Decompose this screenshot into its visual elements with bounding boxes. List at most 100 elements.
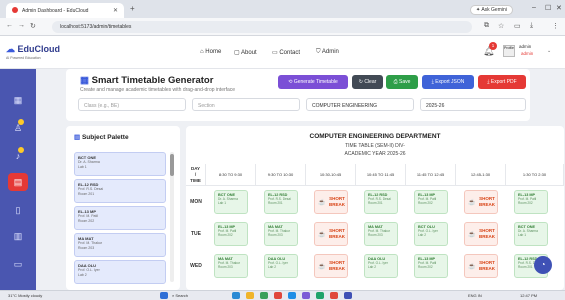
timetable-slot[interactable]: EL-13 MP Prof. M. Patil Room 202 (414, 254, 448, 278)
subject-card[interactable]: DAA OLU Prof. O.L. Iyer Lab 2 (74, 260, 166, 284)
subject-card[interactable]: MA MAT Prof. M. Thakur Room 203 (74, 233, 166, 257)
sidebar-rail: ▦ ♙ ♪ ▤ ▯ ▥ ▭ (0, 69, 36, 290)
sidebar-item-messages[interactable]: ▭ (8, 255, 28, 273)
timetable-slot[interactable]: EL-12 RSD Prof. R.S. Desai Room 201 (264, 190, 298, 214)
chrome-icon[interactable] (274, 292, 282, 299)
favicon-icon (12, 7, 18, 13)
back-icon[interactable]: ← (6, 22, 13, 29)
timetable-slot[interactable]: BCT ONE Dr. A. Sharma Lab 1 (514, 222, 548, 246)
class-input[interactable]: Class (e.g., BE) (78, 98, 186, 111)
app-icon[interactable] (316, 292, 324, 299)
timetable-slot[interactable]: DAA OLU Prof. O.L. Iyer Lab 2 (264, 254, 298, 278)
sidebar-item-dashboard[interactable]: ▦ (8, 91, 28, 109)
scrollbar-thumb[interactable] (170, 154, 174, 176)
url-field[interactable]: localhost:5173/admin/timetables (52, 21, 472, 33)
forward-icon[interactable]: → (18, 22, 25, 29)
weather-widget[interactable]: 31°C Mostly cloudy (8, 293, 42, 298)
app-icon[interactable] (232, 292, 240, 299)
sidebar-item-reports[interactable]: ▥ (8, 227, 28, 245)
ask-gemini-button[interactable]: ✦ Ask Gemini (470, 5, 513, 15)
timetable-slot[interactable]: EL-13 MP Prof. M. Patil Room 202 (514, 190, 548, 214)
clock[interactable]: 12:47 PM (520, 293, 537, 298)
slot-room: Room 201 (268, 201, 283, 205)
minimize-icon[interactable]: – (532, 4, 536, 11)
department-heading: COMPUTER ENGINEERING DEPARTMENT (309, 133, 441, 140)
timetable-slot[interactable]: BCT ONE Dr. A. Sharma Lab 1 (214, 190, 248, 214)
slot-room: Room 203 (218, 265, 233, 269)
star-icon[interactable]: ☆ (498, 22, 504, 30)
generate-timetable-button[interactable]: ⟲ Generate Timetable (278, 75, 348, 89)
nav-home[interactable]: ⌂ Home (200, 49, 221, 55)
browser-tab[interactable]: Admin Dashboard - EduCloud ✕ (6, 3, 124, 18)
menu-icon[interactable]: ⋮ (552, 22, 559, 30)
extensions-icon[interactable]: ⧉ (484, 22, 489, 30)
clear-button[interactable]: ↻ Clear (352, 75, 383, 89)
timetable-slot[interactable]: MA MAT Prof. M. Thakur Room 203 (214, 254, 248, 278)
avatar[interactable]: Profile (503, 45, 515, 57)
app-icon[interactable] (330, 292, 338, 299)
download-icon[interactable]: ⤓ (530, 22, 533, 30)
alert-dot (18, 147, 24, 153)
day-label: WED (190, 263, 202, 269)
close-tab-icon[interactable]: ✕ (113, 7, 118, 14)
chat-icon: ◔ (540, 260, 546, 269)
subject-room: Lab 1 (78, 164, 87, 169)
tab-title: Admin Dashboard - EduCloud (22, 8, 89, 14)
subject-room: Room 203 (78, 245, 95, 250)
time-slot-header: 1:30 TO 2:30 (506, 164, 564, 186)
timetable-slot[interactable]: EL-13 MP Prof. M. Patil Room 202 (414, 190, 448, 214)
edge-icon[interactable] (288, 292, 296, 299)
start-icon[interactable] (160, 292, 168, 299)
subject-card[interactable]: EL-12 RSD Prof. R.S. Desai Room 201 (74, 179, 166, 203)
new-tab-icon[interactable]: + (130, 4, 135, 13)
chat-button[interactable]: ◔ (534, 256, 552, 274)
slot-room: Room 203 (368, 233, 383, 237)
brand-logo[interactable]: ☁ EduCloud (6, 44, 60, 55)
subject-palette: ▥ Subject Palette BCT ONE Dr. A. Sharma La… (66, 126, 180, 290)
export-json-button[interactable]: ⤓ Export JSON (422, 75, 474, 89)
reload-icon[interactable]: ↻ (30, 22, 36, 30)
export-pdf-label: Export PDF (490, 79, 517, 85)
timetable-slot[interactable]: BCT OLU Prof. O.L. Iyer Lab 2 (414, 222, 448, 246)
time-slot-header: 9:30 TO 10:30 (256, 164, 306, 186)
palette-scrollbar[interactable] (170, 152, 174, 282)
sidebar-icon[interactable]: ▭ (514, 22, 521, 30)
save-button[interactable]: ⎙ Save (386, 75, 418, 89)
subject-card[interactable]: EL-13 MP Prof. M. Patil Room 202 (74, 206, 166, 230)
maximize-icon[interactable]: ☐ (545, 4, 551, 12)
timetable-slot[interactable]: EL-13 MP Prof. M. Patil Room 202 (214, 222, 248, 246)
subject-card[interactable]: BCT ONE Dr. A. Sharma Lab 1 (74, 152, 166, 176)
timetable-slot[interactable]: MA MAT Prof. M. Thakur Room 203 (364, 222, 398, 246)
app-icon[interactable] (302, 292, 310, 299)
taskbar-search[interactable]: ⌕ Search (172, 293, 188, 298)
timetable-slot[interactable]: DAA OLU Prof. O.L. Iyer Lab 2 (364, 254, 398, 278)
year-input[interactable]: 2025-26 (420, 98, 526, 111)
subject-room: Room 201 (78, 191, 95, 196)
academic-year-heading: ACADEMIC YEAR 2025-26 (344, 151, 406, 157)
section-input[interactable]: Section (192, 98, 300, 111)
close-window-icon[interactable]: ✕ (556, 4, 562, 12)
vscode-icon[interactable] (344, 292, 352, 299)
slot-room: Lab 1 (218, 201, 226, 205)
slot-room: Room 202 (418, 201, 433, 205)
sidebar-item-timetable[interactable]: ▤ (8, 173, 28, 191)
export-pdf-button[interactable]: ⤓ Export PDF (478, 75, 526, 89)
coffee-icon: ☕ (318, 264, 326, 270)
book-icon: ▥ (74, 134, 81, 141)
sidebar-item-documents[interactable]: ▯ (8, 201, 28, 219)
timetable-slot[interactable]: MA MAT Prof. M. Thakur Room 203 (264, 222, 298, 246)
timetable-slot[interactable]: EL-12 RSD Prof. R.S. Desai Room 201 (364, 190, 398, 214)
break-label: SHORT BREAK (328, 228, 345, 239)
department-input[interactable]: COMPUTER ENGINEERING (306, 98, 414, 111)
coffee-icon: ☕ (468, 232, 476, 238)
app-icon[interactable] (260, 292, 268, 299)
info-icon: ▢ (234, 50, 240, 56)
nav-about[interactable]: ▢ About (234, 49, 257, 56)
nav-contact[interactable]: ▭ Contact (272, 49, 300, 56)
language-indicator[interactable]: ENG IN (468, 293, 482, 298)
chevron-down-icon[interactable]: ⌄ (547, 48, 551, 54)
nav-admin[interactable]: ⛉ Admin (316, 49, 339, 56)
folder-icon[interactable] (246, 292, 254, 299)
brand-tagline: AI Powered Education (6, 56, 41, 60)
grid-icon: ▦ (13, 95, 23, 105)
